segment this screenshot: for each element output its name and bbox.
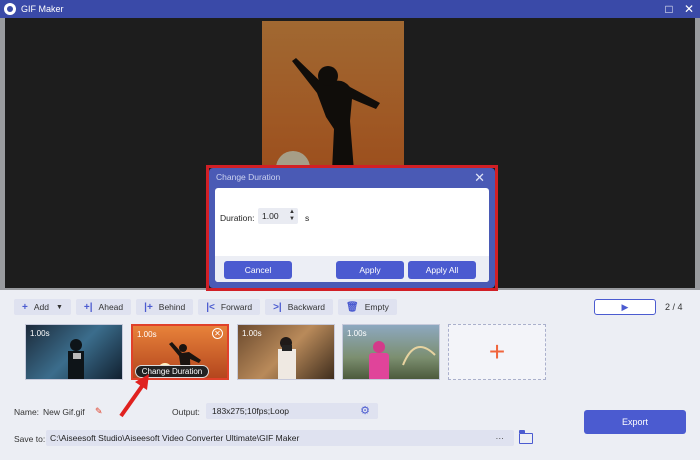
- browse-more-button[interactable]: ···: [496, 430, 505, 446]
- add-button[interactable]: + Add ▼: [14, 299, 71, 315]
- apply-button[interactable]: Apply: [336, 261, 404, 279]
- dialog-footer: Cancel Apply Apply All: [215, 256, 489, 282]
- cancel-button[interactable]: Cancel: [224, 261, 292, 279]
- move-forward-icon: |<: [206, 301, 215, 313]
- output-label: Output:: [172, 407, 200, 417]
- ahead-label: Ahead: [98, 302, 124, 312]
- forward-button[interactable]: |< Forward: [198, 299, 261, 315]
- app-logo-icon: [4, 3, 16, 15]
- clip-image: [68, 339, 84, 379]
- chevron-down-icon[interactable]: ▼: [56, 304, 63, 311]
- save-path-value: C:\Aiseesoft Studio\Aiseesoft Video Conv…: [50, 433, 300, 443]
- edit-name-icon[interactable]: ✎: [95, 406, 103, 417]
- duration-value: 1.00: [262, 211, 279, 221]
- name-value: New Gif.gif: [43, 407, 85, 417]
- dialog-title: Change Duration: [216, 172, 281, 182]
- add-label: Add: [33, 302, 49, 312]
- trash-icon: 🗑: [346, 301, 359, 313]
- clip-thumbnail[interactable]: 1.00s: [237, 324, 335, 380]
- page-indicator: 2 / 4: [665, 302, 683, 312]
- plus-icon: +: [22, 301, 28, 313]
- output-settings[interactable]: 183x275;10fps;Loop ⚙: [206, 403, 378, 419]
- behind-label: Behind: [158, 302, 186, 312]
- play-icon: ▶: [621, 301, 629, 312]
- change-duration-dialog: Change Duration ✕ Duration: 1.00 ▲ ▼ s Ca…: [209, 168, 495, 288]
- window-title: GIF Maker: [21, 4, 64, 14]
- clip-toolbar: + Add ▼ +| Ahead |+ Behind |< Forward >|…: [14, 299, 397, 315]
- duration-unit: s: [305, 213, 310, 223]
- insert-ahead-icon: +|: [83, 301, 93, 313]
- gear-icon[interactable]: ⚙: [360, 403, 370, 419]
- add-clip-slot[interactable]: +: [448, 324, 546, 380]
- empty-label: Empty: [364, 302, 389, 312]
- clip-thumbnail[interactable]: 1.00s: [342, 324, 440, 380]
- duration-label: Duration:: [220, 213, 255, 223]
- folder-icon[interactable]: [519, 430, 533, 444]
- name-label: Name:: [14, 407, 40, 417]
- backward-label: Backward: [287, 302, 326, 312]
- clip-image: [369, 341, 436, 379]
- play-button[interactable]: ▶: [594, 299, 656, 315]
- clip-thumbnail[interactable]: 1.00s: [25, 324, 123, 380]
- close-window-icon[interactable]: ✕: [680, 0, 698, 18]
- move-backward-icon: >|: [273, 301, 282, 313]
- output-value: 183x275;10fps;Loop: [212, 406, 290, 416]
- duration-input[interactable]: 1.00 ▲ ▼: [258, 208, 298, 224]
- apply-all-button[interactable]: Apply All: [408, 261, 476, 279]
- insert-behind-icon: |+: [144, 301, 153, 313]
- dialog-close-icon[interactable]: ✕: [474, 170, 485, 186]
- maximize-icon[interactable]: □: [660, 0, 678, 18]
- clip-image: [278, 337, 296, 379]
- save-to-label: Save to:: [14, 434, 46, 444]
- empty-button[interactable]: 🗑 Empty: [338, 299, 397, 315]
- behind-button[interactable]: |+ Behind: [136, 299, 194, 315]
- forward-label: Forward: [220, 302, 253, 312]
- backward-button[interactable]: >| Backward: [265, 299, 334, 315]
- dialog-body: Duration: 1.00 ▲ ▼ s Cancel Apply Apply A…: [215, 188, 489, 282]
- plus-icon: +: [488, 336, 506, 367]
- duration-stepper-icon[interactable]: ▲ ▼: [288, 209, 296, 223]
- ahead-button[interactable]: +| Ahead: [75, 299, 132, 315]
- title-bar: GIF Maker □ ✕: [0, 0, 700, 18]
- save-path-field[interactable]: C:\Aiseesoft Studio\Aiseesoft Video Conv…: [46, 430, 514, 446]
- export-button[interactable]: Export: [584, 410, 686, 434]
- annotation-arrow: [119, 374, 149, 418]
